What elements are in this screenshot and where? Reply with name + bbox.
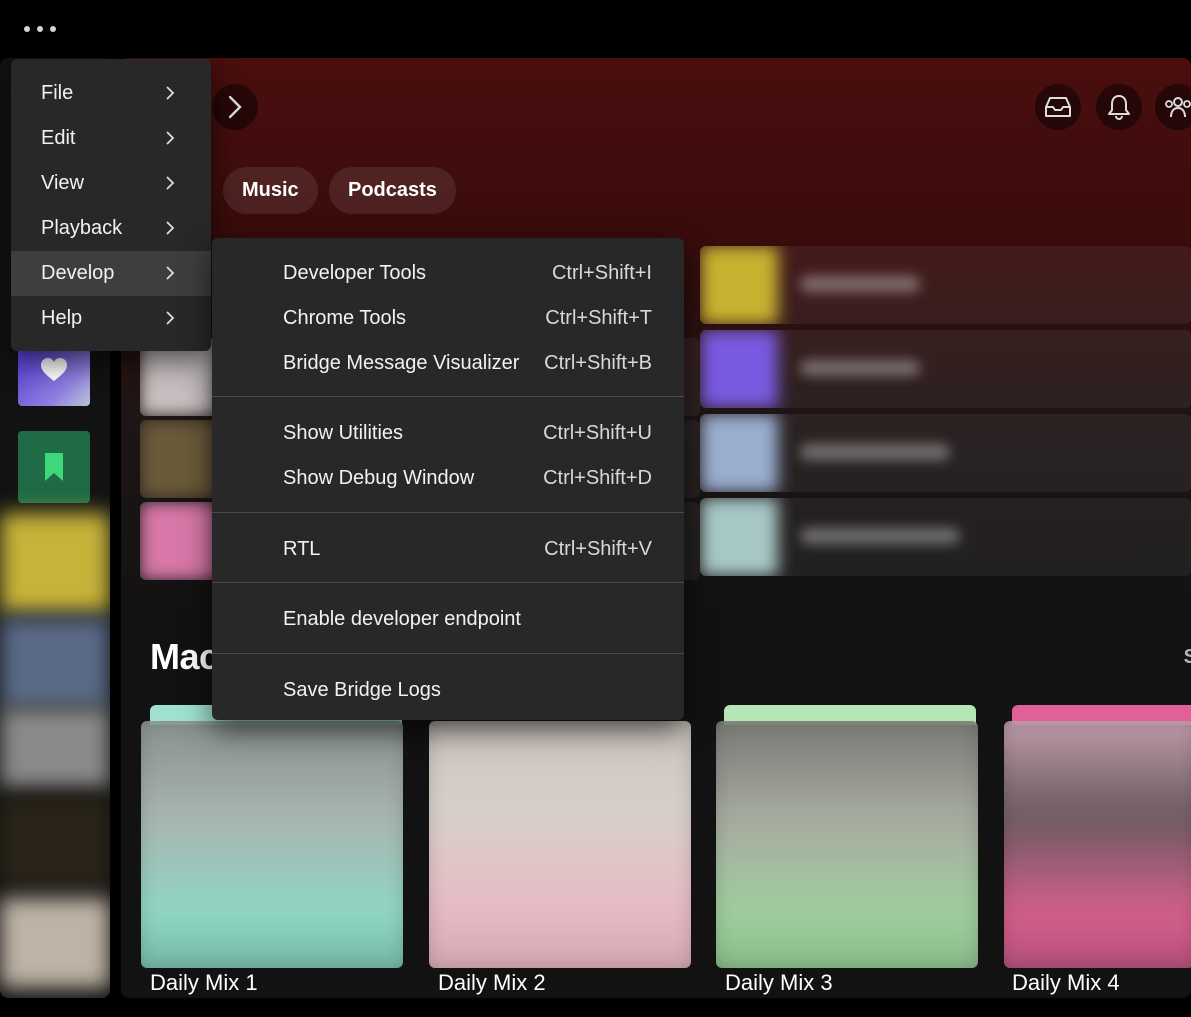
card-title[interactable]: Daily Mix 4 <box>1012 970 1120 996</box>
chevron-right-icon <box>166 221 175 235</box>
menu-item-label: Enable developer endpoint <box>283 608 521 630</box>
shortcut-thumb <box>700 498 778 576</box>
shortcut-card[interactable] <box>700 498 1191 576</box>
menu-item-chrome-tools[interactable]: Chrome Tools Ctrl+Shift+T <box>212 296 684 341</box>
shortcut-thumb <box>700 330 778 408</box>
menu-separator <box>212 512 684 513</box>
menu-item-label: RTL <box>283 538 321 560</box>
develop-submenu: Developer Tools Ctrl+Shift+I Chrome Tool… <box>212 238 684 720</box>
app-window: Music Podcasts Mac S Daily Mix 1 Daily M… <box>0 0 1191 1017</box>
menu-item-label: File <box>41 82 74 104</box>
menu-item-label: Bridge Message Visualizer <box>283 352 520 374</box>
menu-item-enable-developer-endpoint[interactable]: Enable developer endpoint <box>212 597 684 642</box>
playlist-thumb[interactable] <box>0 798 110 888</box>
title-bar <box>0 0 1191 58</box>
friends-icon <box>1165 97 1191 118</box>
filter-chip-podcasts[interactable]: Podcasts <box>329 167 456 214</box>
card-title[interactable]: Daily Mix 3 <box>725 970 833 996</box>
menu-item-label: Save Bridge Logs <box>283 679 441 701</box>
bell-icon <box>1108 95 1130 120</box>
more-options-button[interactable] <box>24 20 64 38</box>
menu-item-show-debug-window[interactable]: Show Debug Window Ctrl+Shift+D <box>212 456 684 501</box>
menu-item-help[interactable]: Help <box>11 296 211 341</box>
bookmark-icon <box>45 453 63 481</box>
menu-separator <box>212 653 684 654</box>
filter-chip-music[interactable]: Music <box>223 167 318 214</box>
menu-item-rtl[interactable]: RTL Ctrl+Shift+V <box>212 527 684 572</box>
menu-item-label: View <box>41 172 84 194</box>
show-all-link[interactable]: S <box>1184 646 1191 669</box>
playlist-thumb[interactable] <box>0 513 110 613</box>
shortcut-thumb <box>140 420 218 498</box>
menu-item-playback[interactable]: Playback <box>11 206 211 251</box>
menu-item-view[interactable]: View <box>11 161 211 206</box>
menu-item-label: Help <box>41 307 83 329</box>
chevron-right-icon <box>166 176 175 190</box>
menu-item-label: Develop <box>41 262 115 284</box>
menu-item-bridge-message-visualizer[interactable]: Bridge Message Visualizer Ctrl+Shift+B <box>212 341 684 386</box>
dot-icon <box>50 26 56 32</box>
dot-icon <box>24 26 30 32</box>
shortcut-title <box>800 360 920 376</box>
daily-mix-cover[interactable] <box>1004 721 1191 968</box>
menu-item-shortcut: Ctrl+Shift+V <box>544 538 652 560</box>
shortcut-thumb <box>140 502 218 580</box>
menu-item-shortcut: Ctrl+Shift+B <box>544 352 652 374</box>
shortcut-thumb <box>700 246 778 324</box>
menu-item-edit[interactable]: Edit <box>11 116 211 161</box>
menu-item-shortcut: Ctrl+Shift+T <box>545 307 652 329</box>
menu-item-label: Chrome Tools <box>283 307 407 329</box>
chevron-right-icon <box>166 266 175 280</box>
shortcut-thumb <box>700 414 778 492</box>
menu-item-shortcut: Ctrl+Shift+I <box>551 262 652 284</box>
saved-episodes-tile[interactable] <box>18 431 90 503</box>
menu-item-developer-tools[interactable]: Developer Tools Ctrl+Shift+I <box>212 251 684 296</box>
chevron-right-icon <box>166 311 175 325</box>
shortcut-card[interactable] <box>700 330 1191 408</box>
chevron-right-icon <box>228 95 242 119</box>
playlist-thumb[interactable] <box>0 618 110 708</box>
chevron-right-icon <box>166 131 175 145</box>
menu-item-label: Show Debug Window <box>283 467 475 489</box>
daily-mix-cover[interactable] <box>141 721 403 968</box>
menu-item-label: Playback <box>41 217 123 239</box>
section-title[interactable]: Mac <box>150 636 219 678</box>
card-title[interactable]: Daily Mix 1 <box>150 970 258 996</box>
menu-separator <box>212 396 684 397</box>
menu-item-show-utilities[interactable]: Show Utilities Ctrl+Shift+U <box>212 411 684 456</box>
app-menu: File Edit View Playback Develop Help <box>11 59 211 351</box>
shortcut-title <box>800 444 950 460</box>
notifications-button[interactable] <box>1096 84 1142 130</box>
card-title[interactable]: Daily Mix 2 <box>438 970 546 996</box>
shortcut-card[interactable] <box>700 246 1191 324</box>
shortcut-card[interactable] <box>700 414 1191 492</box>
inbox-icon <box>1045 97 1071 117</box>
menu-item-shortcut: Ctrl+Shift+U <box>543 422 652 444</box>
menu-item-save-bridge-logs[interactable]: Save Bridge Logs <box>212 668 684 713</box>
whats-new-button[interactable] <box>1035 84 1081 130</box>
daily-mix-cover[interactable] <box>429 721 691 968</box>
menu-item-shortcut: Ctrl+Shift+D <box>543 467 652 489</box>
playlist-thumb[interactable] <box>0 708 110 788</box>
menu-item-label: Developer Tools <box>283 262 427 284</box>
menu-separator <box>212 582 684 583</box>
chevron-right-icon <box>166 86 175 100</box>
daily-mix-cover[interactable] <box>716 721 978 968</box>
dot-icon <box>37 26 43 32</box>
forward-button[interactable] <box>212 84 258 130</box>
playlist-thumb[interactable] <box>0 898 110 988</box>
menu-item-label: Edit <box>41 127 76 149</box>
shortcut-title <box>800 276 920 292</box>
shortcut-title <box>800 528 960 544</box>
menu-item-develop[interactable]: Develop <box>11 251 211 296</box>
friend-activity-button[interactable] <box>1155 84 1191 130</box>
menu-item-label: Show Utilities <box>283 422 404 444</box>
heart-icon <box>41 358 67 381</box>
menu-item-file[interactable]: File <box>11 71 211 116</box>
